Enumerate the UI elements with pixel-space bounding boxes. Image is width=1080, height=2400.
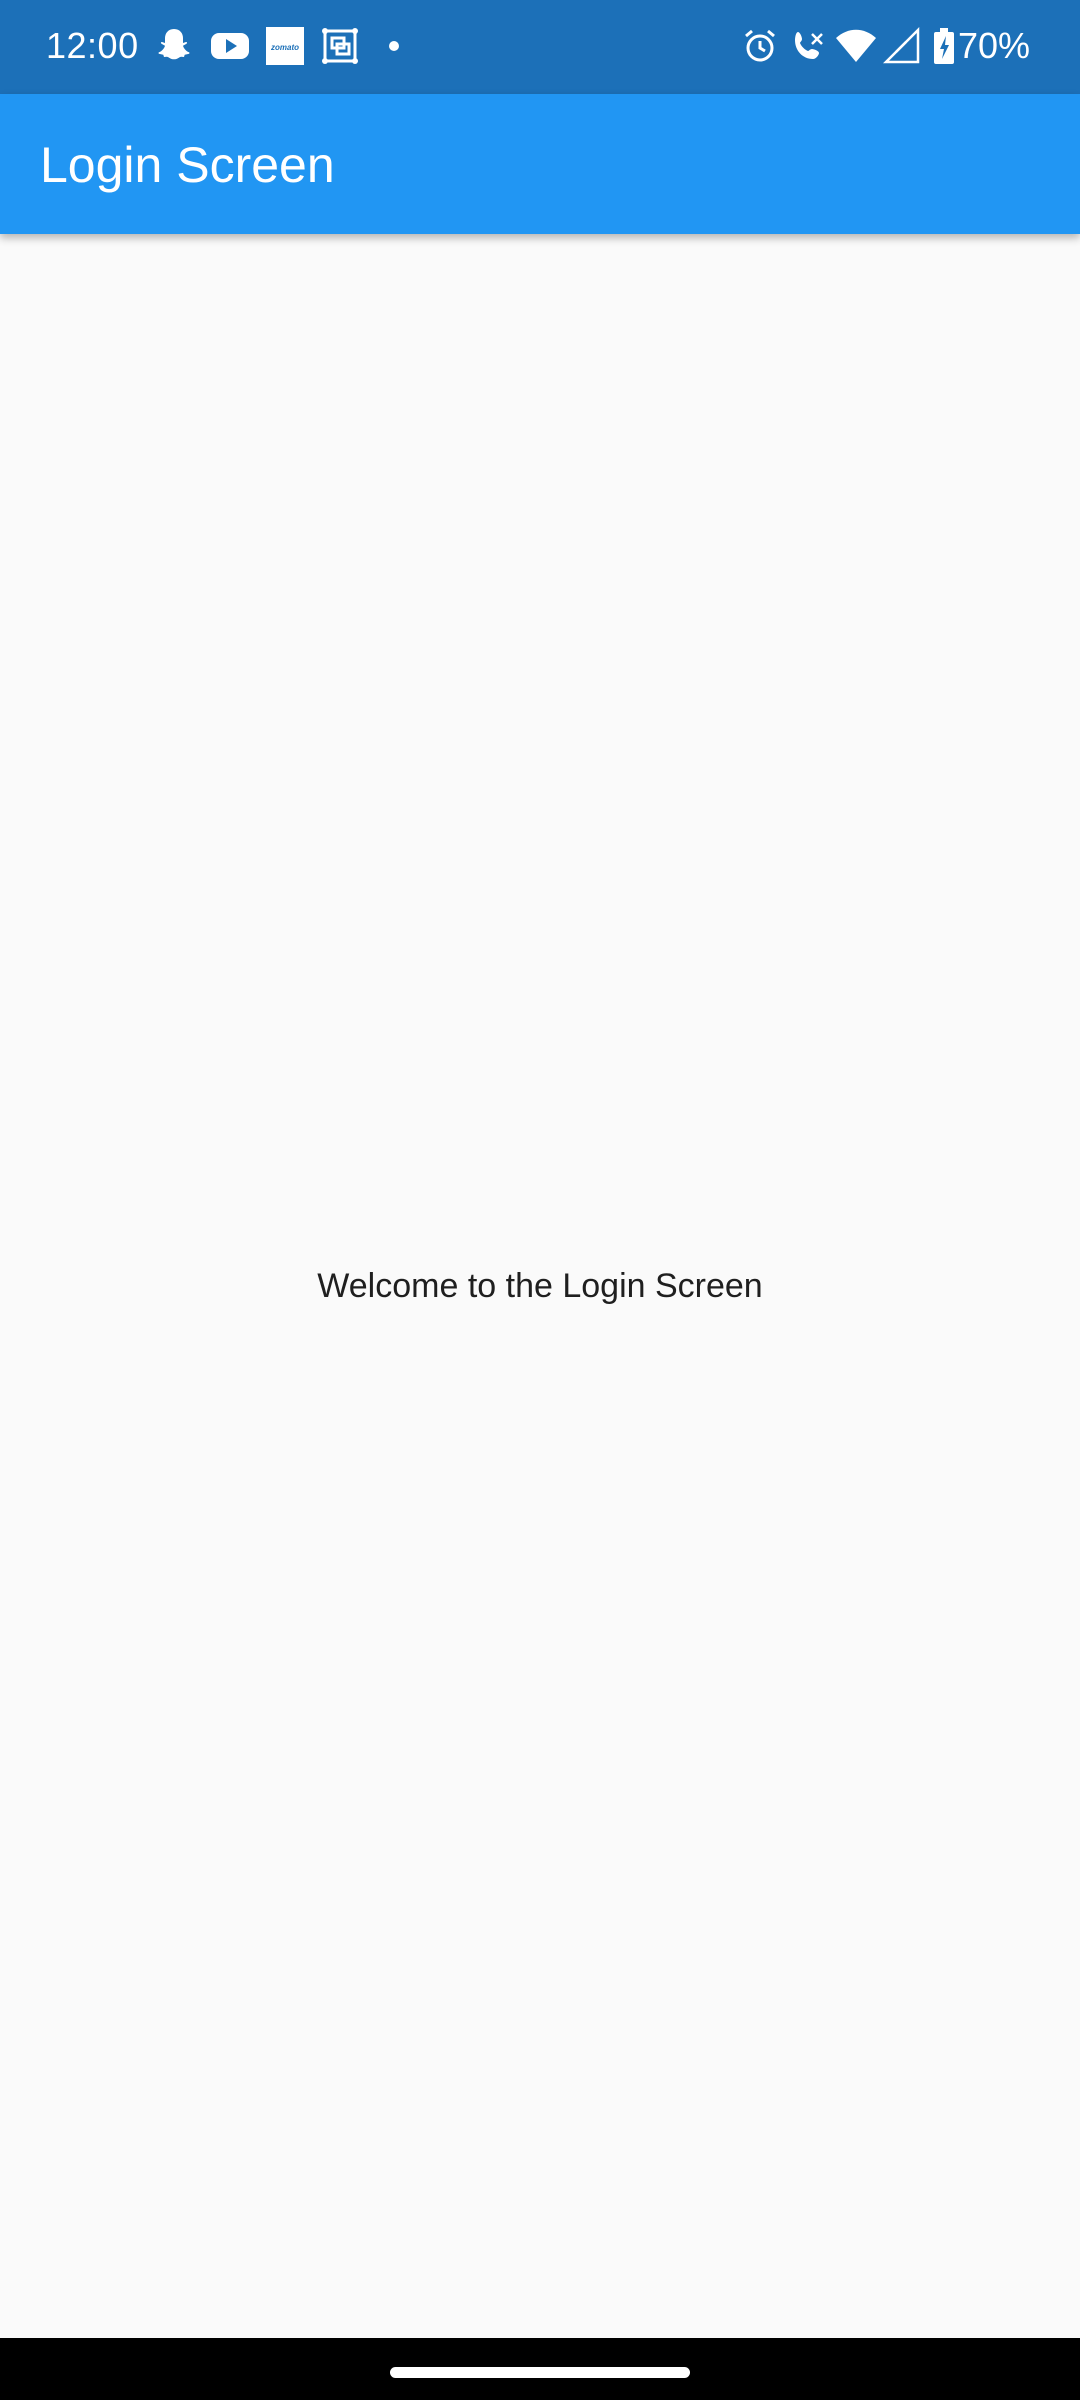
call-icon bbox=[795, 32, 823, 59]
page-title: Login Screen bbox=[40, 137, 335, 193]
wifi-icon bbox=[836, 29, 876, 62]
dot-icon bbox=[389, 41, 399, 51]
app-bar: Login Screen bbox=[0, 94, 1080, 234]
youtube-icon bbox=[211, 33, 249, 59]
battery-icon bbox=[934, 28, 954, 64]
main-content: Welcome to the Login Screen bbox=[0, 234, 1080, 2338]
svg-text:zomato: zomato bbox=[270, 43, 299, 52]
home-indicator[interactable] bbox=[390, 2367, 690, 2378]
navigation-bar bbox=[0, 2338, 1080, 2400]
status-bar: 12:00 zomato 70% bbox=[0, 0, 1080, 94]
status-time: 12:00 bbox=[46, 25, 139, 66]
snapchat-icon bbox=[158, 29, 190, 60]
zomato-icon: zomato bbox=[266, 27, 304, 65]
battery-percent: 70% bbox=[957, 25, 1030, 66]
signal-icon bbox=[882, 26, 920, 64]
welcome-text: Welcome to the Login Screen bbox=[317, 1267, 763, 1305]
screenshot-icon bbox=[322, 28, 358, 64]
alarm-icon bbox=[745, 29, 775, 62]
